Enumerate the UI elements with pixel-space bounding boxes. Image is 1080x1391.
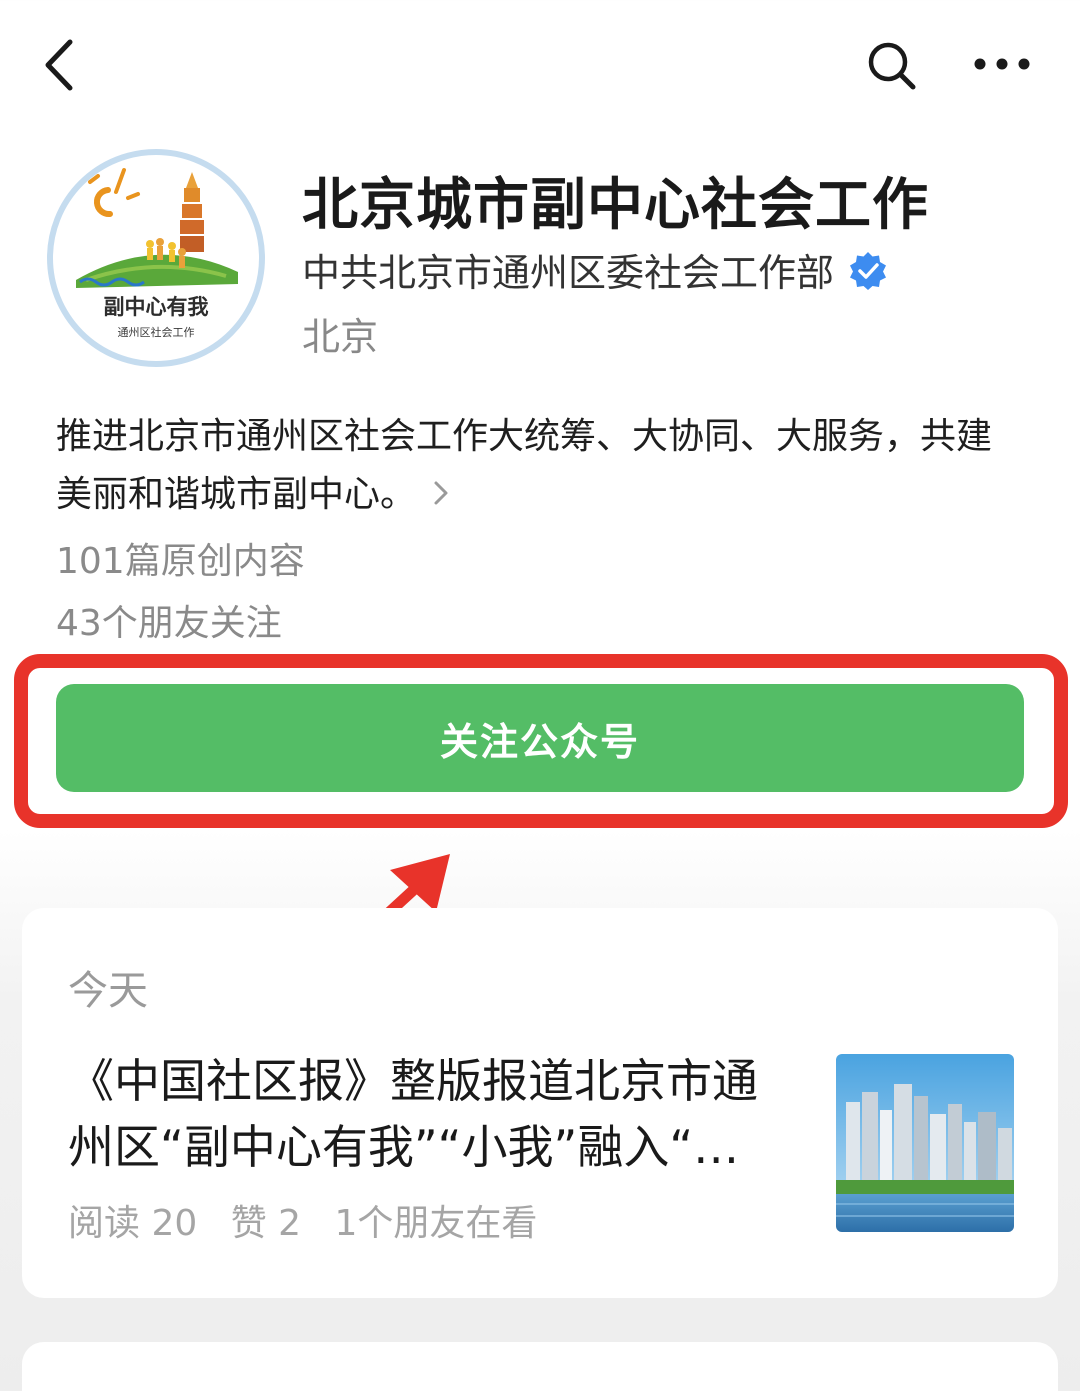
account-logo: 副中心有我 通州区社会工作 xyxy=(47,149,265,367)
like-count: 赞 2 xyxy=(230,1203,302,1244)
more-dots-icon[interactable] xyxy=(972,52,1032,76)
chevron-right-icon xyxy=(434,481,448,505)
description-text: 推进北京市通州区社会工作大统筹、大协同、大服务，共建美丽和谐城市副中心。 xyxy=(56,416,993,515)
svg-text:通州区社会工作: 通州区社会工作 xyxy=(118,325,195,339)
read-count: 阅读 20 xyxy=(68,1203,198,1244)
account-name: 北京城市副中心社会工作 xyxy=(302,173,929,238)
friends-following-count: 43个朋友关注 xyxy=(56,603,282,644)
verified-badge-icon xyxy=(850,251,887,290)
city-skyline-thumbnail xyxy=(836,1054,1014,1232)
search-icon[interactable] xyxy=(866,40,918,92)
article-title-line-1: 《中国社区报》整版报道北京市通 xyxy=(68,1054,758,1108)
article-thumbnail[interactable] xyxy=(836,1054,1014,1232)
article-title[interactable]: 《中国社区报》整版报道北京市通 州区“副中心有我”“小我”融入“… xyxy=(68,1048,808,1180)
article-meta: 阅读 20 赞 2 1个朋友在看 xyxy=(68,1194,559,1246)
friends-viewing: 1个朋友在看 xyxy=(334,1203,538,1244)
svg-text:副中心有我: 副中心有我 xyxy=(104,294,209,319)
date-label: 今天 xyxy=(68,968,148,1014)
original-content-count: 101篇原创内容 xyxy=(56,541,305,582)
article-title-line-2: 州区“副中心有我”“小我”融入“… xyxy=(68,1120,740,1174)
back-chevron-icon[interactable] xyxy=(40,38,84,92)
follow-account-button[interactable]: 关注公众号 xyxy=(56,684,1024,792)
location: 北京 xyxy=(302,315,379,359)
next-article-card[interactable] xyxy=(22,1342,1058,1391)
article-card[interactable]: 今天 《中国社区报》整版报道北京市通 州区“副中心有我”“小我”融入“… 阅读 … xyxy=(22,908,1058,1298)
account-avatar[interactable]: 副中心有我 通州区社会工作 xyxy=(46,148,266,368)
account-description[interactable]: 推进北京市通州区社会工作大统筹、大协同、大服务，共建美丽和谐城市副中心。 xyxy=(56,408,1016,524)
owner-name[interactable]: 中共北京市通州区委社会工作部 xyxy=(302,242,834,297)
owner-row[interactable]: 中共北京市通州区委社会工作部 xyxy=(302,242,888,297)
